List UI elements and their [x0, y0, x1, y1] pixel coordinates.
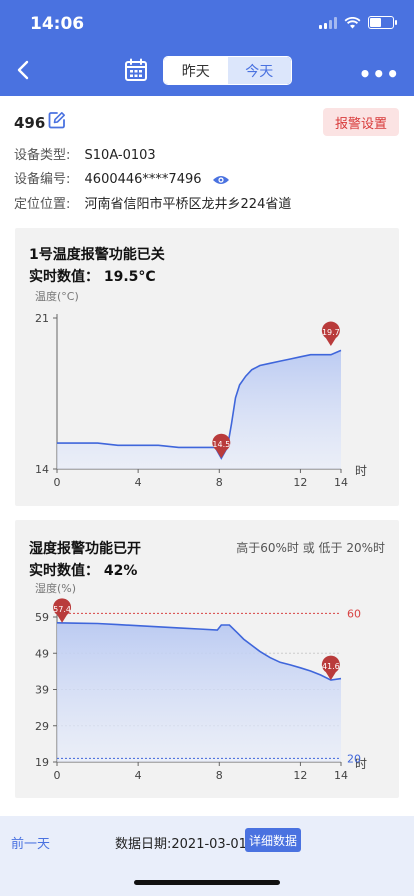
x-tick-label: 4 [135, 769, 142, 782]
device-id-value: 4600446****7496 [84, 172, 202, 187]
y-tick-label: 39 [35, 684, 49, 697]
back-chevron-icon[interactable] [14, 58, 34, 82]
temperature-alarm-title: 1号温度报警功能已关 [29, 247, 165, 263]
x-tick-label: 12 [293, 476, 307, 489]
y-tick-label: 21 [35, 312, 49, 325]
y-tick-label: 19 [35, 756, 49, 769]
y-axis-label: 湿度(%) [35, 581, 76, 595]
temperature-realtime-value: 实时数值： 19.5°C [29, 269, 156, 285]
data-date: 数据日期:2021-03-01 [115, 837, 247, 852]
battery-icon [368, 16, 397, 29]
top-bar: 14:06 昨天 今天 ••• [0, 0, 414, 96]
home-indicator [134, 880, 280, 885]
previous-day-link[interactable]: 前一天 [11, 833, 50, 852]
alarm-settings-button[interactable]: 报警设置 [322, 108, 399, 136]
y-axis-label: 温度(°C) [35, 289, 79, 303]
x-tick-label: 12 [293, 769, 307, 782]
humidity-realtime-value: 实时数值： 42% [29, 563, 138, 579]
device-type-value: S10A-0103 [84, 148, 156, 163]
humidity-chart: 湿度(%)59493929190 4 8 12 14时602057.441.6 [35, 581, 367, 782]
humidity-threshold-note: 高于60%时 或 低于 20%时 [236, 541, 385, 555]
x-tick-label: 0 [54, 769, 61, 782]
x-axis-unit-label: 时 [355, 464, 367, 478]
humidity-alarm-title: 湿度报警功能已开 [29, 541, 141, 557]
location-value: 河南省信阳市平桥区龙井乡224省道 [84, 197, 292, 212]
lower-threshold-label: 20 [347, 752, 361, 765]
series-area [57, 350, 341, 469]
tab-today[interactable]: 今天 [227, 57, 291, 84]
device-type-row: 设备类型: S10A-0103 [14, 144, 156, 163]
edit-icon[interactable] [48, 111, 66, 129]
device-name: 496 [14, 114, 46, 132]
x-tick-label: 14 [334, 476, 348, 489]
y-tick-label: 49 [35, 647, 49, 660]
eye-icon[interactable] [212, 174, 230, 186]
day-segment-control: 昨天 今天 [163, 56, 292, 85]
x-tick-label: 0 [54, 476, 61, 489]
x-tick-label: 14 [334, 769, 348, 782]
marker-label: 19.7 [322, 328, 340, 337]
x-tick-label: 4 [135, 476, 142, 489]
temperature-chart: 温度(°C) 21 14 0 4 8 12 14 时 14.5 19.7 [35, 289, 367, 489]
x-tick-label: 8 [216, 476, 223, 489]
y-tick-label: 29 [35, 720, 49, 733]
location-label: 定位位置: [14, 197, 71, 212]
humidity-card: 湿度报警功能已开 高于60%时 或 低于 20%时 实时数值： 42% 湿度(%… [15, 520, 399, 798]
tab-yesterday[interactable]: 昨天 [164, 57, 228, 84]
wifi-icon [344, 16, 361, 28]
device-info-section: 496 报警设置 设备类型: S10A-0103 设备编号: 4600446**… [0, 96, 414, 214]
series-area [57, 622, 341, 762]
marker-label: 41.6 [322, 662, 340, 671]
temperature-card: 1号温度报警功能已关 实时数值： 19.5°C 温度(°C) 21 14 0 4 8 12 1… [15, 228, 399, 506]
cellular-signal-icon [319, 16, 337, 29]
device-id-label: 设备编号: [14, 172, 71, 187]
location-row: 定位位置: 河南省信阳市平桥区龙井乡224省道 [14, 193, 291, 212]
calendar-icon[interactable] [124, 58, 148, 82]
device-type-label: 设备类型: [14, 148, 71, 163]
upper-threshold-label: 60 [347, 607, 361, 620]
marker-label: 14.5 [212, 440, 230, 449]
more-options-button[interactable]: ••• [359, 62, 400, 86]
marker-label: 57.4 [53, 605, 71, 614]
status-icons [319, 16, 397, 29]
y-tick-label: 14 [35, 463, 49, 476]
x-tick-label: 8 [216, 769, 223, 782]
y-tick-label: 59 [35, 611, 49, 624]
device-id-row: 设备编号: 4600446****7496 [14, 168, 230, 187]
status-time: 14:06 [30, 14, 85, 34]
detail-data-button[interactable]: 详细数据 [245, 828, 302, 852]
